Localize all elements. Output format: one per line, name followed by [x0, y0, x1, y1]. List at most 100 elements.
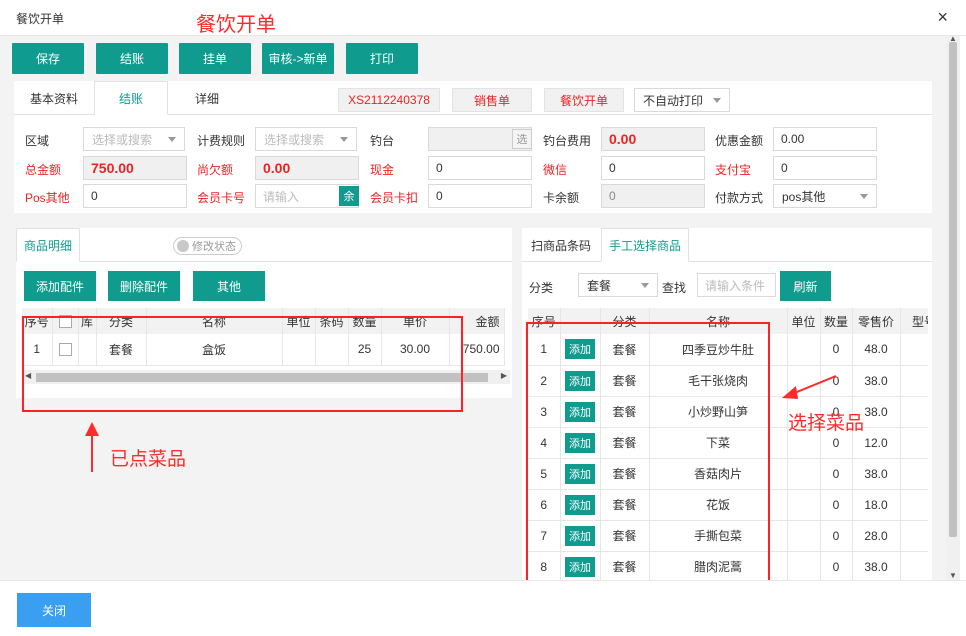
owed-field: 0.00 [255, 156, 359, 180]
cell-model [900, 334, 928, 365]
pos-other-label: Pos其他 [25, 191, 70, 205]
review-new-button[interactable]: 审核->新单 [262, 43, 334, 74]
annotation-select: 选择菜品 [788, 413, 865, 434]
chevron-down-icon [860, 194, 868, 199]
dialog-footer: 关闭 [0, 580, 966, 636]
print-mode-select[interactable]: 不自动打印 [634, 88, 730, 112]
toggle-knob [177, 240, 189, 252]
tab-manual-select[interactable]: 手工选择商品 [601, 228, 689, 262]
discount-field[interactable]: 0.00 [773, 127, 877, 151]
tab-item-details[interactable]: 商品明细 [16, 228, 80, 262]
pay-method-select[interactable]: pos其他 [773, 184, 877, 208]
refresh-button[interactable]: 刷新 [780, 271, 831, 301]
col-unit: 单位 [787, 308, 821, 334]
scrollbar-thumb[interactable] [949, 42, 957, 537]
chevron-down-icon [340, 137, 348, 142]
ordered-items-highlight [22, 316, 463, 412]
category-select[interactable]: 套餐 [578, 273, 658, 297]
cell-retail-price: 38.0 [852, 458, 901, 489]
category-value: 套餐 [587, 278, 612, 293]
tab-detail[interactable]: 详细 [168, 81, 246, 115]
total-field: 750.00 [83, 156, 187, 180]
scroll-down-icon[interactable]: ▼ [949, 571, 957, 580]
chevron-down-icon [713, 98, 721, 103]
table-fee-field: 0.00 [601, 127, 705, 151]
chevron-down-icon [168, 137, 176, 142]
table-fee-label: 钓台费用 [543, 134, 592, 148]
cell-retail-price: 28.0 [852, 520, 901, 551]
wechat-label: 微信 [543, 163, 568, 177]
member-deduct-field[interactable]: 0 [428, 184, 532, 208]
window-title: 餐饮开单 [16, 12, 65, 26]
total-label: 总金额 [25, 163, 62, 177]
discount-label: 优惠金额 [715, 134, 764, 148]
checkout-form-card: 基本资料 结账 详细 XS2112240378 销售单 餐饮开单 不自动打印 区… [14, 81, 932, 213]
region-placeholder: 选择或搜索 [92, 132, 153, 147]
cell-retail-price: 38.0 [852, 365, 901, 396]
remove-accessory-button[interactable]: 删除配件 [108, 271, 180, 301]
billing-rule-label: 计费规则 [197, 134, 246, 148]
print-mode-value: 不自动打印 [643, 93, 704, 108]
chevron-down-icon [641, 283, 649, 288]
dialog-content: 保存 结账 挂单 审核->新单 打印 基本资料 结账 详细 XS21122403… [0, 36, 960, 580]
category-label: 分类 [529, 281, 554, 295]
member-deduct-label: 会员卡扣 [370, 191, 419, 205]
cell-unit [787, 551, 821, 580]
alipay-label: 支付宝 [715, 163, 752, 177]
annotation-title: 餐饮开单 [196, 14, 276, 36]
annotation-ordered: 已点菜品 [110, 449, 187, 470]
scroll-right-icon[interactable]: ▶ [501, 371, 507, 380]
cell-unit [787, 458, 821, 489]
member-balance-button[interactable]: 余 [339, 186, 359, 206]
cash-label: 现金 [370, 163, 395, 177]
vertical-scrollbar[interactable]: ▲ ▼ [946, 34, 960, 580]
billing-rule-placeholder: 选择或搜索 [264, 132, 325, 147]
cell-model [900, 458, 928, 489]
left-arrow-icon [782, 375, 837, 399]
member-card-label: 会员卡号 [197, 191, 246, 205]
cell-model [900, 489, 928, 520]
cell-model [900, 427, 928, 458]
cell-qty: 0 [820, 334, 853, 365]
title-bar: 餐饮开单 × [0, 0, 966, 36]
billing-rule-select[interactable]: 选择或搜索 [255, 127, 357, 151]
edit-mode-toggle[interactable]: 修改状态 [173, 237, 242, 255]
col-retail-price: 零售价 [852, 308, 901, 334]
card-balance-label: 卡余额 [543, 191, 580, 205]
cell-qty: 0 [820, 551, 853, 580]
dining-order-chip[interactable]: 餐饮开单 [544, 88, 624, 112]
order-number-chip[interactable]: XS2112240378 [338, 88, 440, 112]
tab-scan-barcode[interactable]: 扫商品条码 [522, 228, 600, 262]
cell-qty: 0 [820, 489, 853, 520]
pay-method-label: 付款方式 [715, 191, 764, 205]
pos-other-field[interactable]: 0 [83, 184, 187, 208]
sales-order-chip[interactable]: 销售单 [452, 88, 532, 112]
cell-retail-price: 18.0 [852, 489, 901, 520]
wechat-field[interactable]: 0 [601, 156, 705, 180]
cell-unit [787, 334, 821, 365]
checkout-button[interactable]: 结账 [96, 43, 168, 74]
add-accessory-button[interactable]: 添加配件 [24, 271, 96, 301]
cell-unit [787, 520, 821, 551]
save-button[interactable]: 保存 [12, 43, 84, 74]
tab-checkout[interactable]: 结账 [94, 81, 168, 115]
table-seat-label: 钓台 [370, 134, 395, 148]
cell-model [900, 396, 928, 427]
cell-qty: 0 [820, 520, 853, 551]
tab-divider [16, 261, 512, 262]
cell-retail-price: 38.0 [852, 551, 901, 580]
alipay-field[interactable]: 0 [773, 156, 877, 180]
cell-model [900, 551, 928, 580]
close-icon[interactable]: × [937, 7, 948, 28]
close-button[interactable]: 关闭 [17, 593, 91, 627]
pay-method-value: pos其他 [782, 189, 826, 204]
table-seat-select-button[interactable]: 选 [512, 129, 532, 149]
other-button[interactable]: 其他 [193, 271, 265, 301]
tab-basic-info[interactable]: 基本资料 [14, 81, 94, 115]
hold-order-button[interactable]: 挂单 [179, 43, 251, 74]
print-button[interactable]: 打印 [346, 43, 418, 74]
cash-field[interactable]: 0 [428, 156, 532, 180]
search-input[interactable]: 请输入条件 [697, 273, 776, 297]
owed-label: 尚欠额 [197, 163, 234, 177]
region-select[interactable]: 选择或搜索 [83, 127, 185, 151]
